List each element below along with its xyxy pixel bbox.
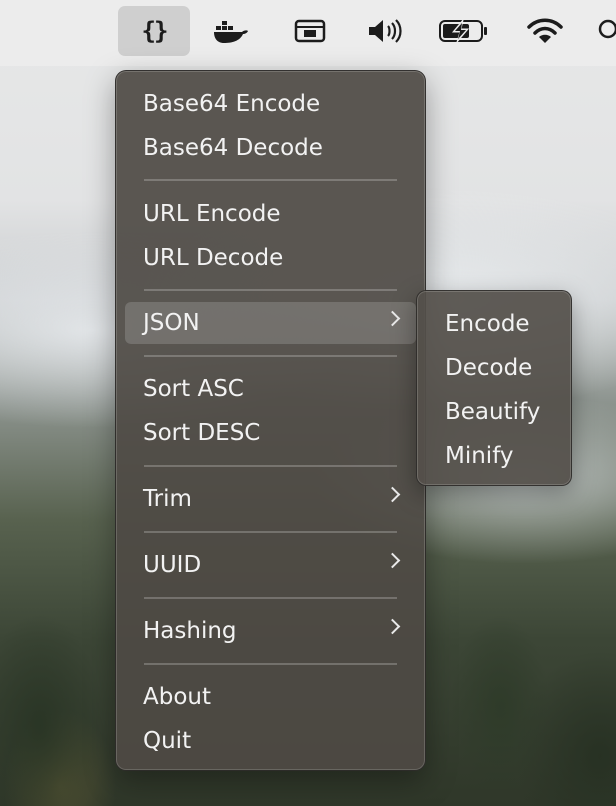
chevron-right-icon [384,618,401,635]
chevron-right-icon [384,552,401,569]
menu-item-label: Sort ASC [143,376,244,402]
devutils-menu: Base64 Encode Base64 Decode URL Encode U… [115,70,426,771]
menu-separator [144,597,397,599]
menu-separator [144,355,397,357]
battery-charging-icon [439,19,487,43]
menu-item-sort-desc[interactable]: Sort DESC [125,412,416,454]
submenu-item-label: Minify [445,443,514,469]
menu-item-label: About [143,684,212,710]
speaker-volume-icon [369,19,402,43]
menu-item-json[interactable]: JSON [125,302,416,344]
menu-item-quit[interactable]: Quit [125,720,416,762]
submenu-item-label: Encode [445,311,530,337]
chevron-right-icon [384,310,401,327]
submenu-item-decode[interactable]: Decode [427,347,561,389]
docker-status-item[interactable] [205,6,257,56]
menu-item-label: URL Decode [143,245,284,271]
menu-item-url-decode[interactable]: URL Decode [125,237,416,279]
keyboard-viewer-icon [294,19,326,43]
menu-separator [144,663,397,665]
keyboard-viewer-status-item[interactable] [285,6,335,56]
search-icon [598,19,616,39]
menu-item-uuid[interactable]: UUID [125,544,416,586]
submenu-item-beautify[interactable]: Beautify [427,391,561,433]
menu-bar: {} [0,0,616,66]
menu-item-trim[interactable]: Trim [125,478,416,520]
menu-item-label: Sort DESC [143,420,261,446]
json-submenu: Encode Decode Beautify Minify [416,290,572,486]
menu-item-label: Base64 Decode [143,135,323,161]
menu-item-label: JSON [143,310,200,336]
menu-item-about[interactable]: About [125,676,416,718]
menu-item-label: Trim [143,486,192,512]
chevron-right-icon [384,486,401,503]
menu-item-base64-decode[interactable]: Base64 Decode [125,127,416,169]
wifi-icon [527,18,563,43]
menu-item-url-encode[interactable]: URL Encode [125,193,416,235]
submenu-item-label: Beautify [445,399,541,425]
submenu-item-label: Decode [445,355,533,381]
menu-item-label: Base64 Encode [143,91,321,117]
volume-status-item[interactable] [360,6,410,56]
menu-item-label: URL Encode [143,201,281,227]
menu-item-label: Quit [143,728,192,754]
menu-separator [144,531,397,533]
menu-separator [144,465,397,467]
menu-separator [144,289,397,291]
menu-item-label: UUID [143,552,202,578]
devutils-status-item[interactable]: {} [118,6,190,56]
submenu-item-encode[interactable]: Encode [427,303,561,345]
docker-whale-icon [214,21,248,43]
menu-separator [144,179,397,181]
submenu-item-minify[interactable]: Minify [427,435,561,477]
menu-item-sort-asc[interactable]: Sort ASC [125,368,416,410]
spotlight-status-item[interactable] [592,6,616,56]
menu-item-hashing[interactable]: Hashing [125,610,416,652]
battery-status-item[interactable] [435,6,493,56]
menu-item-label: Hashing [143,618,237,644]
wifi-status-item[interactable] [520,6,570,56]
curly-braces-icon: {} [141,17,169,45]
menu-item-base64-encode[interactable]: Base64 Encode [125,83,416,125]
